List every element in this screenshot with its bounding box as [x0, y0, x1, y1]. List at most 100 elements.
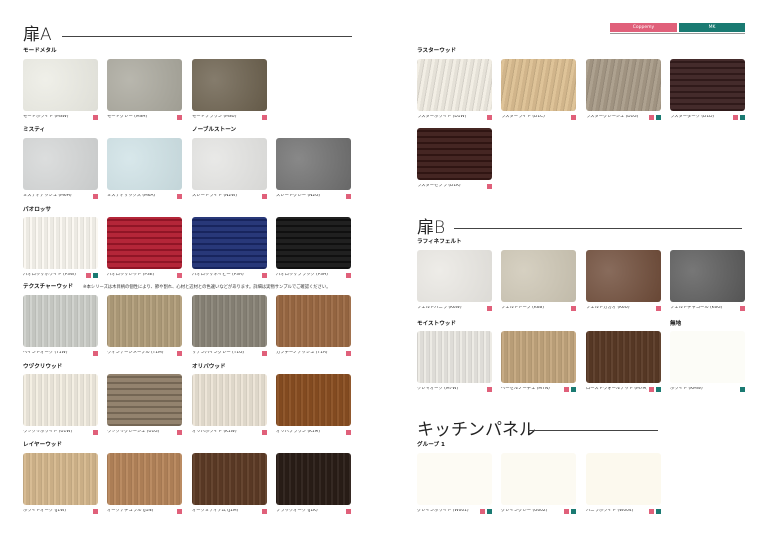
swatch-left_page-groups-4-items-0 — [23, 295, 98, 347]
swatch-label: モードホワイト (MSW) — [23, 115, 69, 120]
group-kitchen-1: グループ 1 — [417, 442, 445, 448]
swatch-label: スレートグレー (N2G) — [276, 194, 321, 199]
swatch-right_page-groups_b-2-items-0 — [670, 331, 745, 383]
swatch-label: サテンパイングレー (T1G) — [192, 351, 245, 356]
coppemy-mark-icon — [487, 184, 492, 189]
swatch-left_page-groups-4-items-1 — [107, 295, 182, 347]
swatch-label: ラスターホワイト (D1W) — [417, 115, 467, 120]
swatch-label: ヴィンテージメープル (T1M) — [107, 351, 164, 356]
coppemy-mark-icon — [346, 194, 351, 199]
coppemy-mark-icon — [93, 430, 98, 435]
group-mode-metal: モードメタル — [23, 48, 57, 54]
swatch-label: ウヅクリホワイト (U1W) — [23, 430, 73, 435]
title-door-b: 扉B — [417, 218, 446, 238]
mk-mark-icon — [740, 115, 745, 120]
swatch-left_page-groups-3-items-0 — [23, 217, 98, 269]
swatch-label: パオロッサホワイト (P3W) — [23, 273, 76, 278]
coppemy-mark-icon — [262, 194, 267, 199]
swatch-right_page-raster_items-2 — [586, 59, 661, 111]
swatch-caption: クレマオーク (M7W) — [417, 386, 492, 393]
coppemy-mark-icon — [480, 509, 485, 514]
coppemy-mark-icon — [177, 115, 182, 120]
swatch-label: ヘーゼルノーチェ (M7N) — [501, 387, 550, 392]
swatch-right_page-groups_b-1-items-2 — [586, 331, 661, 383]
swatch-label: モードグレー (MSH) — [107, 115, 148, 120]
swatch-caption: フェルトトープ (K6B) — [501, 305, 576, 312]
swatch-right_page-groups_b-0-items-2 — [586, 250, 661, 302]
swatch-right_page-groups_b-1-items-1 — [501, 331, 576, 383]
coppemy-mark-icon — [487, 115, 492, 120]
swatch-caption: グレイングレー (G002) — [501, 508, 576, 515]
swatch-label: ローストウォールナット (M7M) — [586, 387, 647, 392]
title-door-a-rule — [62, 36, 352, 37]
swatch-right_page-groups_b-0-items-0 — [417, 250, 492, 302]
swatch-right_page-kitchen_items-0 — [417, 453, 492, 505]
swatch-left_page-groups-2-items-1 — [276, 138, 351, 190]
coppemy-mark-icon — [656, 306, 661, 311]
swatch-label: パオロッサネイビー (P3A) — [192, 273, 244, 278]
swatch-right_page-groups_b-0-items-1 — [501, 250, 576, 302]
coppemy-mark-icon — [649, 509, 654, 514]
mk-mark-icon — [656, 387, 661, 392]
group-misty: ミスティ — [23, 127, 46, 133]
coppemy-mark-icon — [93, 115, 98, 120]
swatch-left_page-groups-7-items-3 — [276, 453, 351, 505]
swatch-label: スレートライト (N2W) — [192, 194, 237, 199]
swatch-caption: ホワイトオーク (J1W) — [23, 508, 98, 515]
swatch-left_page-groups-7-items-2 — [192, 453, 267, 505]
mk-mark-icon — [656, 509, 661, 514]
swatch-label: クレマオーク (M7W) — [417, 387, 459, 392]
swatch-right_page-kitchen_items-1 — [501, 453, 576, 505]
swatch-left_page-groups-0-items-1 — [107, 59, 182, 111]
swatch-label: ラスターライト (D1C) — [501, 115, 545, 120]
swatch-label: ミスティサックス (M6A) — [107, 194, 156, 199]
swatch-left_page-groups-3-items-1 — [107, 217, 182, 269]
swatch-label: ホワイトオーク (J1W) — [23, 509, 67, 514]
swatch-left_page-groups-2-items-0 — [192, 138, 267, 190]
swatch-label: オークミディアム (J1M) — [192, 509, 239, 514]
coppemy-mark-icon — [262, 115, 267, 120]
swatch-left_page-groups-7-items-1 — [107, 453, 182, 505]
coppemy-mark-icon — [733, 115, 738, 120]
coppemy-mark-icon — [93, 351, 98, 356]
swatch-caption: パオロッサネイビー (P3A) — [192, 272, 267, 279]
mk-mark-icon — [571, 387, 576, 392]
swatch-caption: ウヅクリホワイト (U1W) — [23, 429, 98, 436]
swatch-right_page-raster_items-0 — [417, 59, 492, 111]
swatch-caption: ヴィンテージメープル (T1M) — [107, 350, 182, 357]
title-door-a: 扉A — [23, 25, 52, 45]
coppemy-mark-icon — [93, 194, 98, 199]
mk-mark-icon — [93, 273, 98, 278]
swatch-caption: ミスティサックス (M6A) — [107, 193, 182, 200]
swatch-right_page-raster_items-4 — [417, 128, 492, 180]
mk-mark-icon — [740, 387, 745, 392]
texture-wood-note: ※本シリーズは木目柄の個性により、節や割れ、心材と辺材との色違いなどがあります。… — [83, 285, 331, 290]
swatch-caption: オークミディアム (J1M) — [192, 508, 267, 515]
swatch-caption: ラスターダーク (D1D) — [670, 114, 745, 121]
swatch-left_page-groups-3-items-3 — [276, 217, 351, 269]
swatch-right_page-groups_b-1-items-0 — [417, 331, 492, 383]
swatch-left_page-groups-0-items-0 — [23, 59, 98, 111]
swatch-caption: ヘーゼルノーチェ (M7N) — [501, 386, 576, 393]
swatch-caption: フェルトカカオ (K6U) — [586, 305, 661, 312]
swatch-caption: パオロッサレッド (P3E) — [107, 272, 182, 279]
swatch-right_page-groups_b-0-items-3 — [670, 250, 745, 302]
header-rule — [610, 33, 745, 34]
coppemy-mark-icon — [487, 387, 492, 392]
coppemy-mark-icon — [86, 273, 91, 278]
swatch-left_page-groups-1-items-0 — [23, 138, 98, 190]
legend-coppemy: Coppemy — [610, 23, 677, 32]
swatch-label: フェルトチャコール (K6G) — [670, 306, 723, 311]
swatch-label: フェルトトープ (K6B) — [501, 306, 545, 311]
coppemy-mark-icon — [346, 351, 351, 356]
swatch-label: カフチーノアッシュ (T1A) — [276, 351, 328, 356]
swatch-caption: パオロッサホワイト (P3W) — [23, 272, 98, 279]
swatch-label: グレイングレー (G002) — [501, 509, 548, 514]
coppemy-mark-icon — [262, 430, 267, 435]
group-raffine-felt: ラフィネフェルト — [417, 239, 462, 245]
coppemy-mark-icon — [346, 509, 351, 514]
mk-mark-icon — [656, 115, 661, 120]
swatch-caption: オリバホワイト (K1W) — [192, 429, 267, 436]
coppemy-mark-icon — [740, 306, 745, 311]
coppemy-mark-icon — [649, 387, 654, 392]
